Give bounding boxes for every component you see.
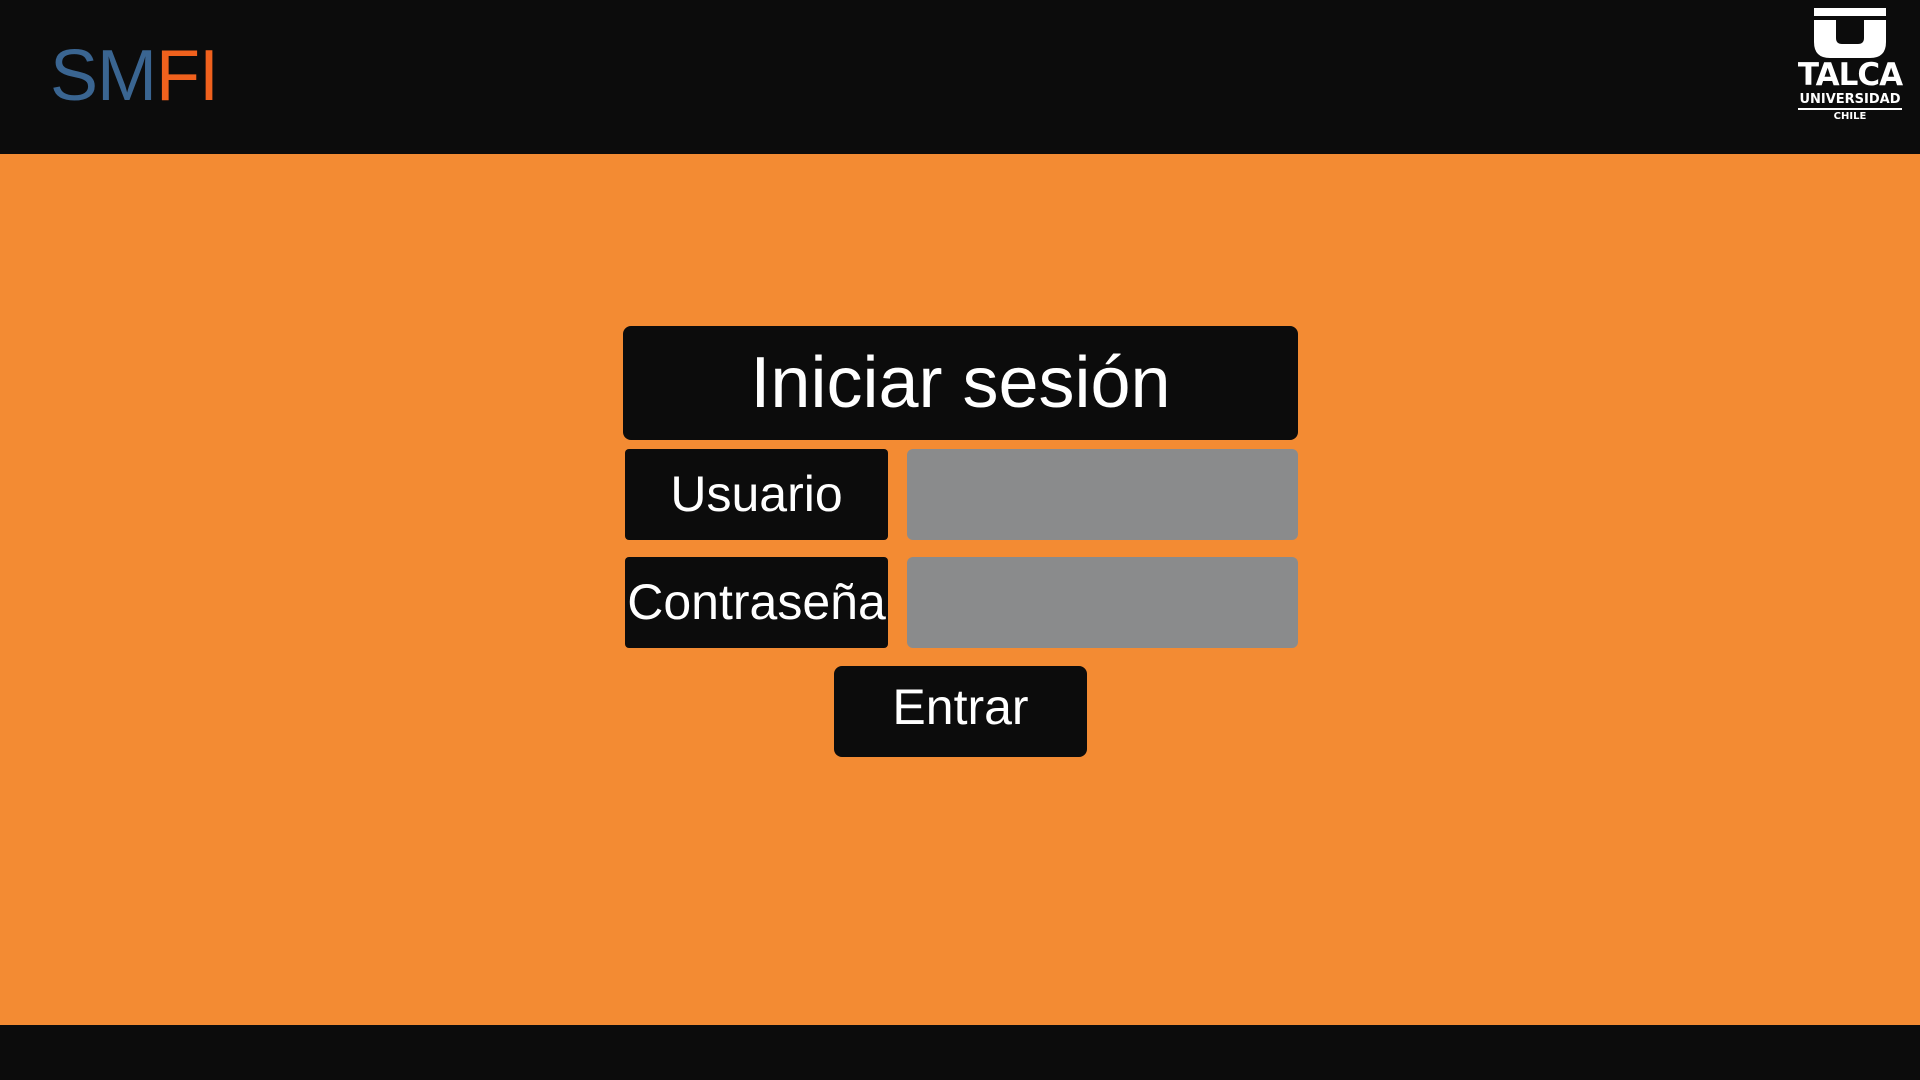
brand-part-sm: SM [50, 36, 157, 116]
app-brand: SMFI [50, 36, 219, 116]
top-bar: SMFI TALCA UNIVERSIDAD CHILE [0, 0, 1920, 154]
password-label: Contraseña [625, 557, 888, 648]
bottom-bar [0, 1025, 1920, 1080]
logo-text-talca: TALCA [1797, 57, 1903, 93]
username-label: Usuario [625, 449, 888, 540]
brand-part-fi: FI [156, 36, 219, 116]
logo-text-chile: CHILE [1833, 111, 1867, 122]
login-page: SMFI TALCA UNIVERSIDAD CHILE Iniciar ses… [0, 0, 1920, 1080]
logo-text-universidad: UNIVERSIDAD [1798, 93, 1902, 110]
university-u-logo-icon [1814, 8, 1886, 58]
login-submit-button[interactable]: Entrar [834, 666, 1087, 757]
login-title: Iniciar sesión [623, 326, 1298, 440]
username-input[interactable] [907, 449, 1298, 540]
university-logo: TALCA UNIVERSIDAD CHILE [1794, 8, 1906, 146]
password-input[interactable] [907, 557, 1298, 648]
